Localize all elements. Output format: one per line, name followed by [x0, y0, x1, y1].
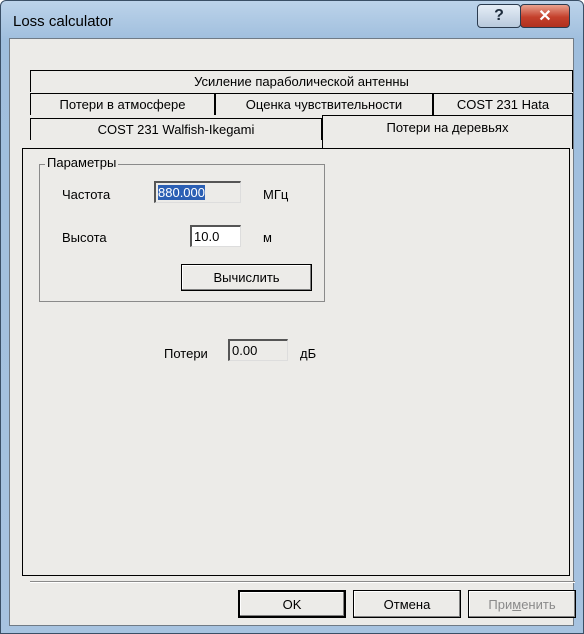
help-button[interactable]: ?: [477, 4, 521, 28]
parameters-group-label: Параметры: [45, 155, 119, 170]
tab-tree-loss[interactable]: Потери на деревьях: [322, 115, 573, 149]
tab-label: Потери в атмосфере: [59, 97, 186, 112]
calculate-button-label: Вычислить: [213, 270, 280, 285]
apply-button-label: Применить: [488, 597, 555, 612]
tab-label: Оценка чувствительности: [245, 97, 403, 112]
tab-sensitivity-estimate[interactable]: Оценка чувствительности: [215, 93, 433, 115]
tab-parabolic-antenna-gain[interactable]: Усиление параболической антенны: [30, 70, 573, 92]
close-button[interactable]: ✕: [520, 4, 570, 28]
ok-button[interactable]: OK: [238, 590, 346, 618]
frequency-unit: МГц: [263, 187, 289, 202]
apply-label-prefix: При: [488, 596, 513, 612]
apply-label-suffix: енить: [521, 596, 556, 612]
cancel-button[interactable]: Отмена: [353, 590, 461, 618]
tab-label: Потери на деревьях: [386, 120, 509, 135]
height-unit: м: [263, 230, 272, 245]
height-value: 10.0: [194, 229, 220, 244]
window-title: Loss calculator: [13, 13, 114, 30]
tab-cost231-walfish-ikegami[interactable]: COST 231 Walfish-Ikegami: [30, 118, 322, 140]
loss-value: 0.00: [232, 343, 258, 358]
title-bar[interactable]: Loss calculator ? ✕: [1, 1, 583, 39]
apply-button[interactable]: Применить: [468, 590, 576, 618]
loss-label: Потери: [164, 346, 208, 361]
height-label: Высота: [62, 230, 107, 245]
calculate-button[interactable]: Вычислить: [181, 264, 312, 291]
tab-label: Усиление параболической антенны: [194, 74, 409, 89]
frequency-input[interactable]: 880.000: [154, 181, 241, 203]
height-input[interactable]: 10.0: [190, 225, 241, 247]
loss-unit: дБ: [300, 346, 317, 361]
loss-output: 0.00: [228, 339, 288, 361]
tab-cost231-hata[interactable]: COST 231 Hata: [433, 93, 573, 115]
button-bar-divider: [30, 581, 575, 583]
close-icon: ✕: [538, 8, 552, 25]
ok-button-label: OK: [282, 596, 302, 612]
frequency-value: 880.000: [158, 185, 205, 200]
tab-label: COST 231 Hata: [456, 97, 550, 112]
help-icon: ?: [494, 7, 504, 24]
cancel-button-label: Отмена: [383, 596, 431, 612]
loss-calculator-window: Loss calculator ? ✕ Усиление параболичес…: [0, 0, 584, 634]
apply-label-mnemonic: м: [512, 596, 522, 612]
tab-label: COST 231 Walfish-Ikegami: [97, 122, 255, 137]
tab-atmospheric-loss[interactable]: Потери в атмосфере: [30, 93, 215, 115]
frequency-label: Частота: [62, 187, 111, 202]
